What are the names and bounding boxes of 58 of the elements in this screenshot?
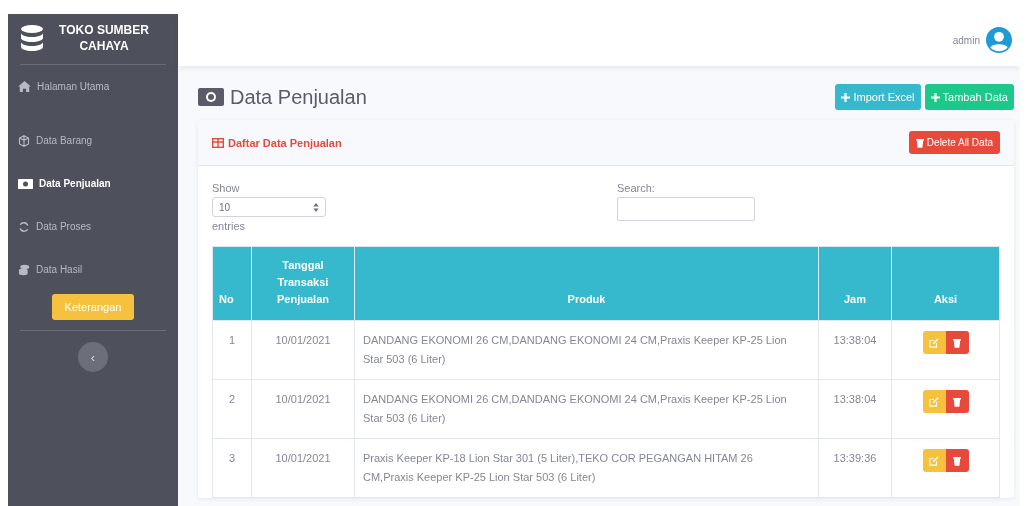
table-cell-text: DANDANG EKONOMI 26 CM,DANDANG EKONOMI 24 CM,Praxis Keeper KP-25 Lion Star 503 (6 Liter): [363, 392, 788, 426]
trash-icon: [915, 137, 924, 148]
search-label: Search:: [617, 182, 656, 194]
sidebar-item[interactable]: Halaman Utama: [8, 65, 178, 107]
search-field[interactable]: [617, 197, 755, 221]
brand-name: TOKO SUMBER CAHAYA: [58, 22, 150, 54]
user-name: admin: [952, 34, 980, 46]
money-icon: [198, 88, 224, 106]
table-cell: 10/01/2021: [275, 452, 331, 464]
edit-button[interactable]: [922, 449, 946, 472]
edit-icon: [929, 337, 939, 348]
table-cell: 10/01/2021: [275, 334, 331, 346]
sort-arrows-icon: [313, 202, 319, 212]
column-header[interactable]: Aksi: [898, 291, 993, 308]
table-cell: 13:39:36: [833, 452, 877, 464]
entries-select[interactable]: 10: [212, 197, 326, 217]
show-label: Show: [212, 182, 241, 194]
box-icon: [18, 134, 30, 147]
entries-label: entries: [212, 220, 247, 232]
trash-icon: [953, 396, 961, 407]
sidebar-item[interactable]: Data Hasil: [8, 248, 178, 291]
coins-icon: [18, 263, 30, 276]
table-cell-text: Praxis Keeper KP-18 Lion Star 301 (5 Liter),TEKO COR PEGANGAN HITAM 26 CM,Praxis Keeper KP-25 Lion Star 503 (6 Liter): [363, 451, 754, 485]
action-button[interactable]: Tambah Data: [924, 84, 1014, 110]
plus-icon: [930, 92, 940, 102]
edit-button[interactable]: [922, 331, 946, 354]
avatar-icon[interactable]: [986, 27, 1012, 53]
column-header[interactable]: No: [219, 291, 245, 308]
sidebar-item[interactable]: Data Penjualan: [8, 162, 178, 205]
trash-icon: [953, 337, 961, 348]
sidebar-item[interactable]: Data Barang: [8, 119, 178, 162]
action-button[interactable]: Import Excel: [835, 84, 921, 110]
table-cell: 3: [228, 452, 236, 464]
table-cell: 10/01/2021: [275, 393, 331, 405]
money-icon: [18, 178, 33, 189]
table-cell: 1: [228, 334, 236, 346]
edit-icon: [929, 396, 939, 407]
edit-button[interactable]: [922, 390, 946, 413]
table-cell: 13:38:04: [833, 334, 877, 346]
delete-button[interactable]: [945, 390, 969, 413]
delete-all-button[interactable]: Delete All Data: [908, 131, 1000, 154]
page-title: Data Penjualan: [230, 85, 367, 109]
table-icon: [212, 137, 224, 148]
table-cell: 13:38:04: [833, 393, 877, 405]
database-icon: [20, 25, 44, 51]
edit-icon: [929, 455, 939, 466]
delete-button[interactable]: [945, 331, 969, 354]
trash-icon: [953, 455, 961, 466]
sidebar-toggle-button[interactable]: ‹: [78, 342, 108, 372]
home-icon: [18, 80, 31, 92]
card-title: Daftar Data Penjualan: [228, 136, 342, 149]
refresh-icon: [18, 220, 30, 233]
table-cell: 2: [228, 393, 236, 405]
plus-icon: [841, 92, 851, 102]
column-header[interactable]: Jam: [825, 291, 885, 308]
sidebar-item[interactable]: Data Proses: [8, 205, 178, 248]
table-cell-text: DANDANG EKONOMI 26 CM,DANDANG EKONOMI 24 CM,Praxis Keeper KP-25 Lion Star 503 (6 Liter): [363, 333, 788, 367]
delete-button[interactable]: [945, 449, 969, 472]
